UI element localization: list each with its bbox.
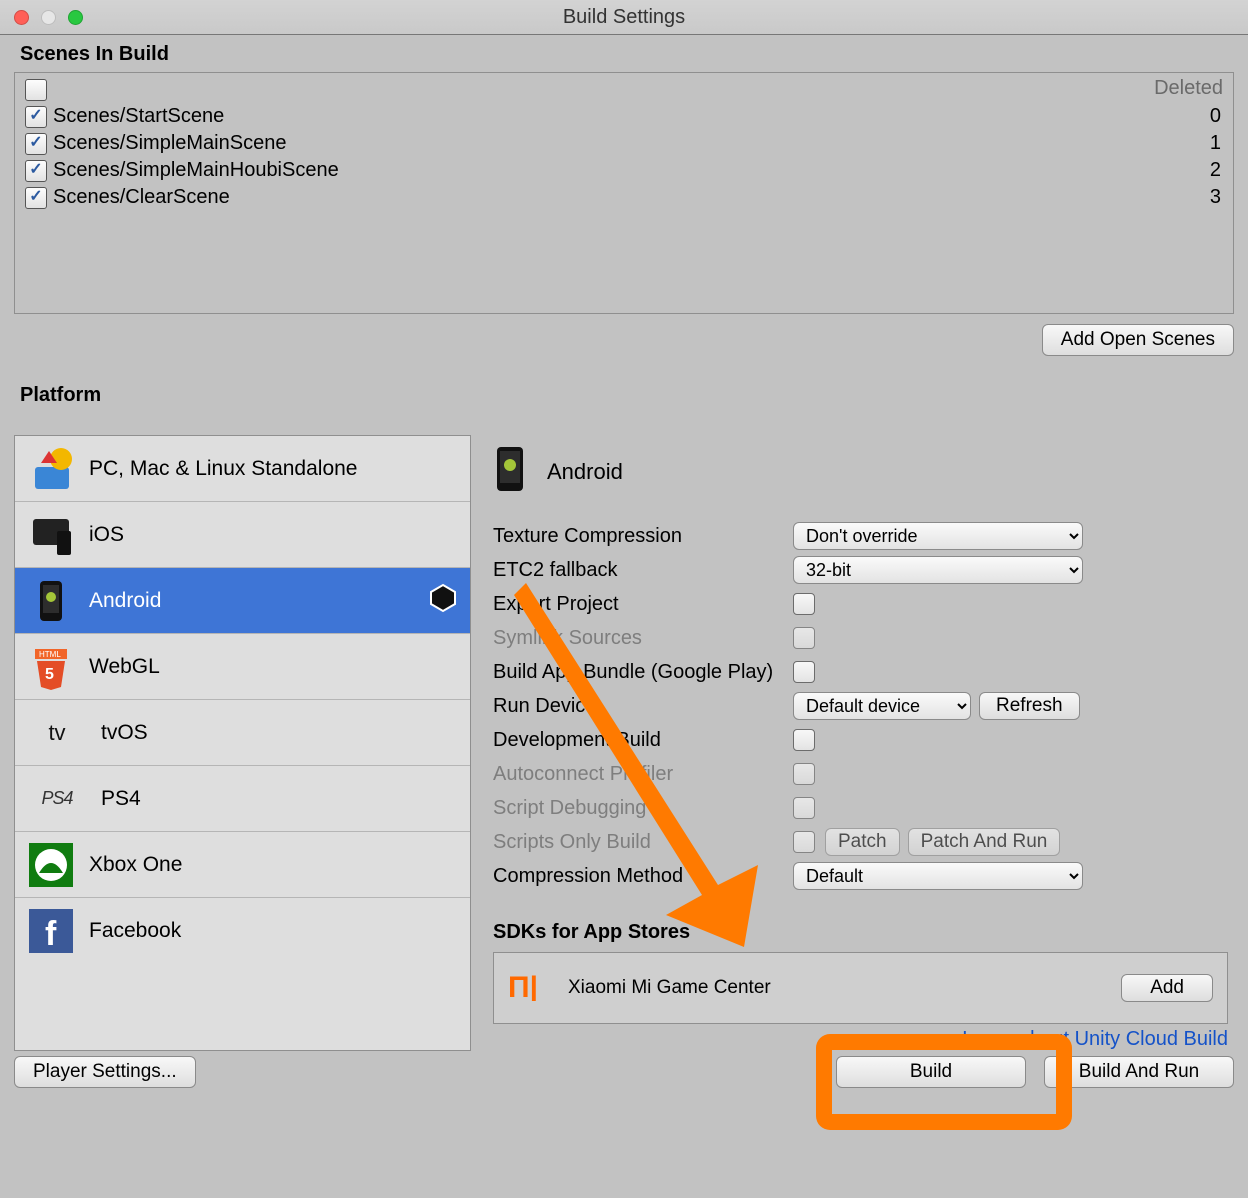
player-settings-button[interactable]: Player Settings... [14,1056,196,1088]
refresh-button[interactable]: Refresh [979,692,1080,720]
etc2-fallback-select[interactable]: 32-bit [793,556,1083,584]
scene-checkbox[interactable] [25,133,47,155]
export-project-checkbox[interactable] [793,593,815,615]
patch-button: Patch [825,828,900,856]
etc2-fallback-label: ETC2 fallback [493,559,793,582]
tvos-icon: tv [27,709,87,757]
symlink-sources-label: Symlink Sources [493,627,793,650]
build-and-run-button[interactable]: Build And Run [1044,1056,1234,1088]
android-icon [493,443,527,501]
patch-and-run-button: Patch And Run [908,828,1061,856]
platform-label: tvOS [101,721,148,745]
scene-index: 1 [1210,132,1223,155]
script-debugging-checkbox [793,797,815,819]
scene-row[interactable]: Scenes/SimpleMainHoubiScene 2 [15,157,1233,184]
scene-row[interactable]: Scenes/SimpleMainScene 1 [15,130,1233,157]
ios-icon [27,511,75,559]
scripts-only-build-label: Scripts Only Build [493,831,793,854]
platform-item-xbox[interactable]: Xbox One [15,832,470,898]
svg-text:5: 5 [45,666,54,683]
build-app-bundle-label: Build App Bundle (Google Play) [493,661,793,684]
development-build-label: Development Build [493,729,793,752]
svg-text:HTML: HTML [39,650,61,659]
sdk-box: П| Xiaomi Mi Game Center Add [493,952,1228,1024]
platform-label: Facebook [89,919,181,943]
development-build-checkbox[interactable] [793,729,815,751]
scene-index: 0 [1210,105,1223,128]
export-project-label: Export Project [493,593,793,616]
texture-compression-select[interactable]: Don't override [793,522,1083,550]
platform-label: PS4 [101,787,141,811]
platform-label: WebGL [89,655,160,679]
svg-text:f: f [45,915,57,953]
footer: Player Settings... Build Build And Run [14,1056,1234,1088]
platform-header: Platform [0,376,1248,413]
build-app-bundle-checkbox[interactable] [793,661,815,683]
platform-item-tvos[interactable]: tv tvOS [15,700,470,766]
standalone-icon [27,445,75,493]
webgl-icon: HTML 5 [27,643,75,691]
scene-row[interactable]: Scenes/ClearScene 3 [15,184,1233,211]
scene-path: Scenes/SimpleMainHoubiScene [53,159,339,182]
add-open-scenes-button[interactable]: Add Open Scenes [1042,324,1234,356]
xiaomi-icon: П| [508,969,552,1007]
scene-path: Scenes/StartScene [53,105,224,128]
compression-method-label: Compression Method [493,865,793,888]
window-title: Build Settings [0,6,1248,29]
sdks-header: SDKs for App Stores [493,921,1228,944]
scene-path: Scenes/ClearScene [53,186,230,209]
platform-list: PC, Mac & Linux Standalone iOS Android H… [14,435,471,1051]
scene-checkbox[interactable] [25,160,47,182]
sdk-add-button[interactable]: Add [1121,974,1213,1002]
platform-label: Xbox One [89,853,182,877]
platform-label: Android [89,589,161,613]
platform-item-webgl[interactable]: HTML 5 WebGL [15,634,470,700]
titlebar: Build Settings [0,0,1248,35]
scenes-list: Deleted Scenes/StartScene 0 Scenes/Simpl… [14,72,1234,314]
autoconnect-profiler-label: Autoconnect Profiler [493,763,793,786]
panel-title: Android [547,459,623,485]
platform-settings-panel: Android Texture Compression Don't overri… [493,435,1234,1051]
svg-text:П|: П| [508,971,538,1001]
scene-row[interactable]: Scenes/StartScene 0 [15,103,1233,130]
compression-method-select[interactable]: Default [793,862,1083,890]
scenes-header: Scenes In Build [0,35,1248,72]
scene-index: 3 [1210,186,1223,209]
run-device-label: Run Device [493,695,793,718]
deleted-label: Deleted [1154,77,1223,100]
scene-index: 2 [1210,159,1223,182]
platform-item-android[interactable]: Android [15,568,470,634]
scene-path: Scenes/SimpleMainScene [53,132,286,155]
scene-checkbox[interactable] [25,106,47,128]
scripts-only-build-checkbox [793,831,815,853]
scene-checkbox[interactable] [25,187,47,209]
script-debugging-label: Script Debugging [493,797,793,820]
platform-label: PC, Mac & Linux Standalone [89,457,358,481]
unity-logo-icon [428,583,458,619]
android-icon [27,577,75,625]
unity-cloud-build-link[interactable]: Learn about Unity Cloud Build [493,1028,1228,1051]
platform-item-ps4[interactable]: PS4 PS4 [15,766,470,832]
platform-item-facebook[interactable]: f Facebook [15,898,470,963]
texture-compression-label: Texture Compression [493,525,793,548]
autoconnect-profiler-checkbox [793,763,815,785]
build-button[interactable]: Build [836,1056,1026,1088]
ps4-icon: PS4 [27,775,87,823]
run-device-select[interactable]: Default device [793,692,971,720]
platform-item-standalone[interactable]: PC, Mac & Linux Standalone [15,436,470,502]
platform-item-ios[interactable]: iOS [15,502,470,568]
facebook-icon: f [27,907,75,955]
xbox-icon [27,841,75,889]
sdk-name: Xiaomi Mi Game Center [568,977,771,999]
scene-checkbox-empty[interactable] [25,79,47,101]
platform-label: iOS [89,523,124,547]
symlink-sources-checkbox [793,627,815,649]
